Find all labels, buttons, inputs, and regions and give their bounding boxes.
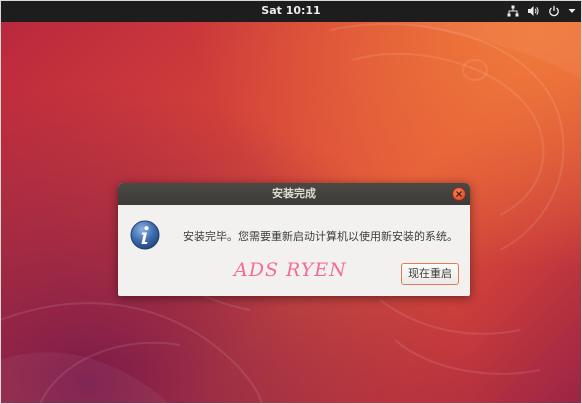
clock[interactable]: Sat 10:11 (0, 0, 582, 22)
close-button[interactable] (453, 188, 465, 200)
dialog-titlebar[interactable]: 安装完成 (118, 183, 470, 205)
watermark-text: ADS RYEN (234, 259, 347, 281)
network-icon[interactable] (507, 5, 519, 17)
power-icon[interactable] (548, 5, 560, 17)
install-complete-dialog: 安装完成 安装完毕。您需要重新启动计算机以使用新安装的系统。 ADS RYEN (118, 183, 470, 296)
top-panel: Sat 10:11 (0, 0, 582, 22)
volume-icon[interactable] (527, 5, 540, 17)
close-icon (456, 191, 462, 197)
dialog-title: 安装完成 (272, 187, 316, 200)
desktop: Sat 10:11 安装完成 安装完毕。您需要重新启动计算机以使用新安装的系统。… (0, 0, 582, 404)
system-indicators[interactable] (507, 0, 576, 22)
dialog-message: 安装完毕。您需要重新启动计算机以使用新安装的系统。 (183, 230, 458, 243)
info-icon (130, 220, 160, 250)
menu-arrow-icon[interactable] (568, 8, 576, 14)
restart-now-button[interactable]: 现在重启 (401, 263, 459, 285)
